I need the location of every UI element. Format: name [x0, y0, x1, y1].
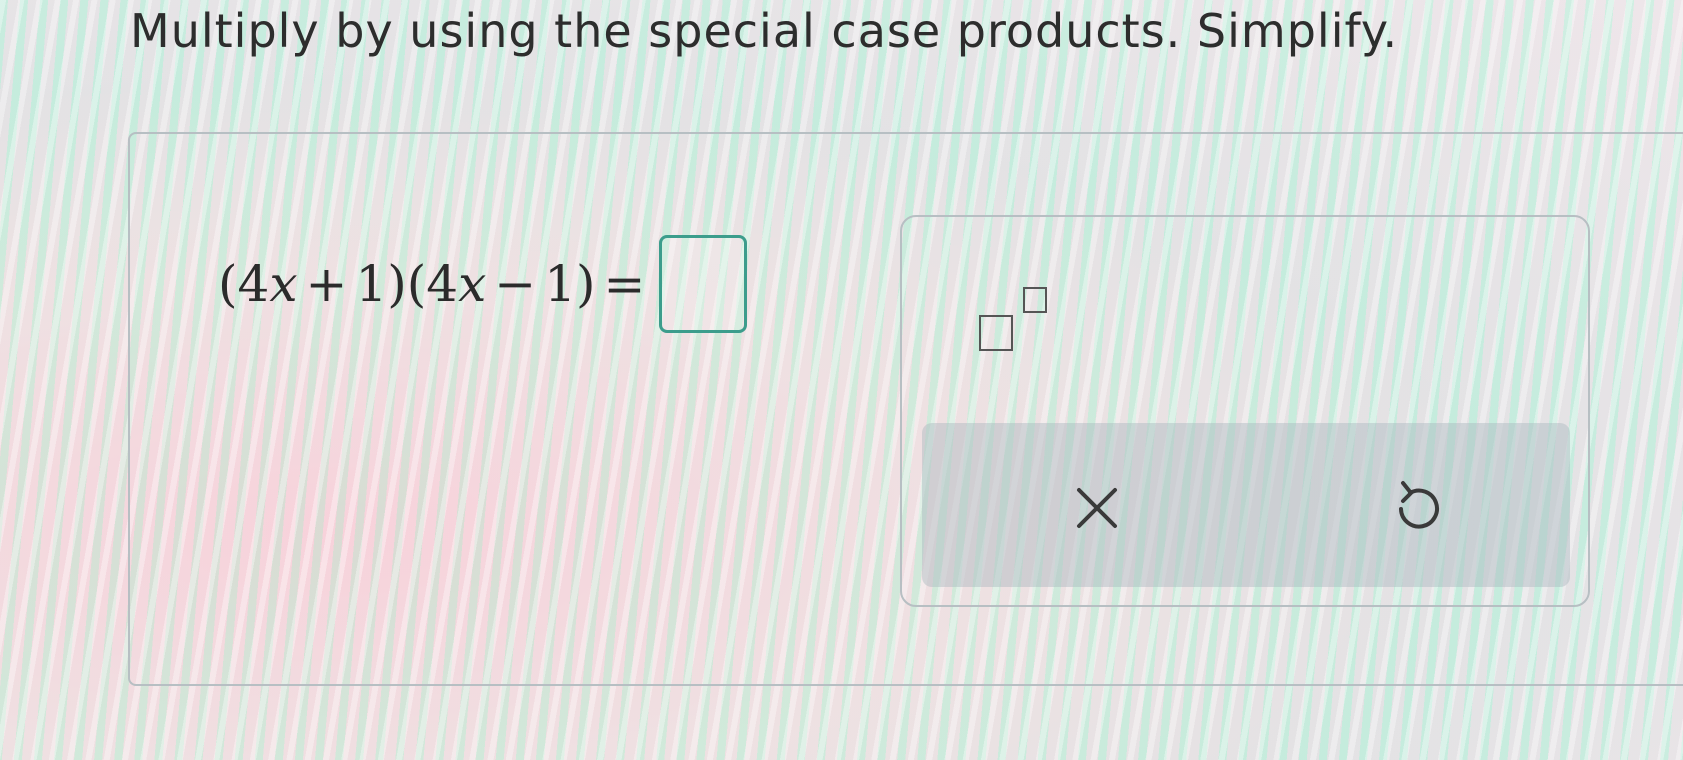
operator-minus: −: [494, 255, 537, 313]
math-tool-panel: [900, 215, 1590, 607]
variable-2: x: [458, 255, 487, 313]
exponent-template-icon[interactable]: [979, 287, 1069, 357]
operator-plus: +: [305, 255, 348, 313]
coefficient-1: 4: [237, 255, 270, 313]
question-text: Multiply by using the special case produ…: [130, 4, 1399, 58]
equals-sign: =: [603, 255, 646, 313]
paren-open-1: (: [218, 255, 238, 313]
undo-button[interactable]: [1382, 471, 1452, 545]
paren-close-1: ): [387, 255, 407, 313]
paren-open-2: (: [406, 255, 427, 313]
exponent-base-box: [979, 315, 1013, 351]
clear-button[interactable]: [1062, 473, 1132, 543]
paren-close-2: ): [576, 255, 596, 313]
variable-1: x: [269, 255, 298, 313]
constant-1: 1: [355, 255, 388, 313]
close-icon: [1077, 488, 1117, 528]
coefficient-2: 4: [426, 255, 459, 313]
undo-icon: [1399, 481, 1439, 529]
equation: ( 4 x + 1 ) ( 4 x − 1 ) =: [218, 235, 748, 333]
exponent-power-box: [1023, 287, 1047, 313]
constant-2: 1: [544, 255, 577, 313]
answer-input[interactable]: [659, 235, 748, 333]
action-bar: [922, 423, 1570, 587]
